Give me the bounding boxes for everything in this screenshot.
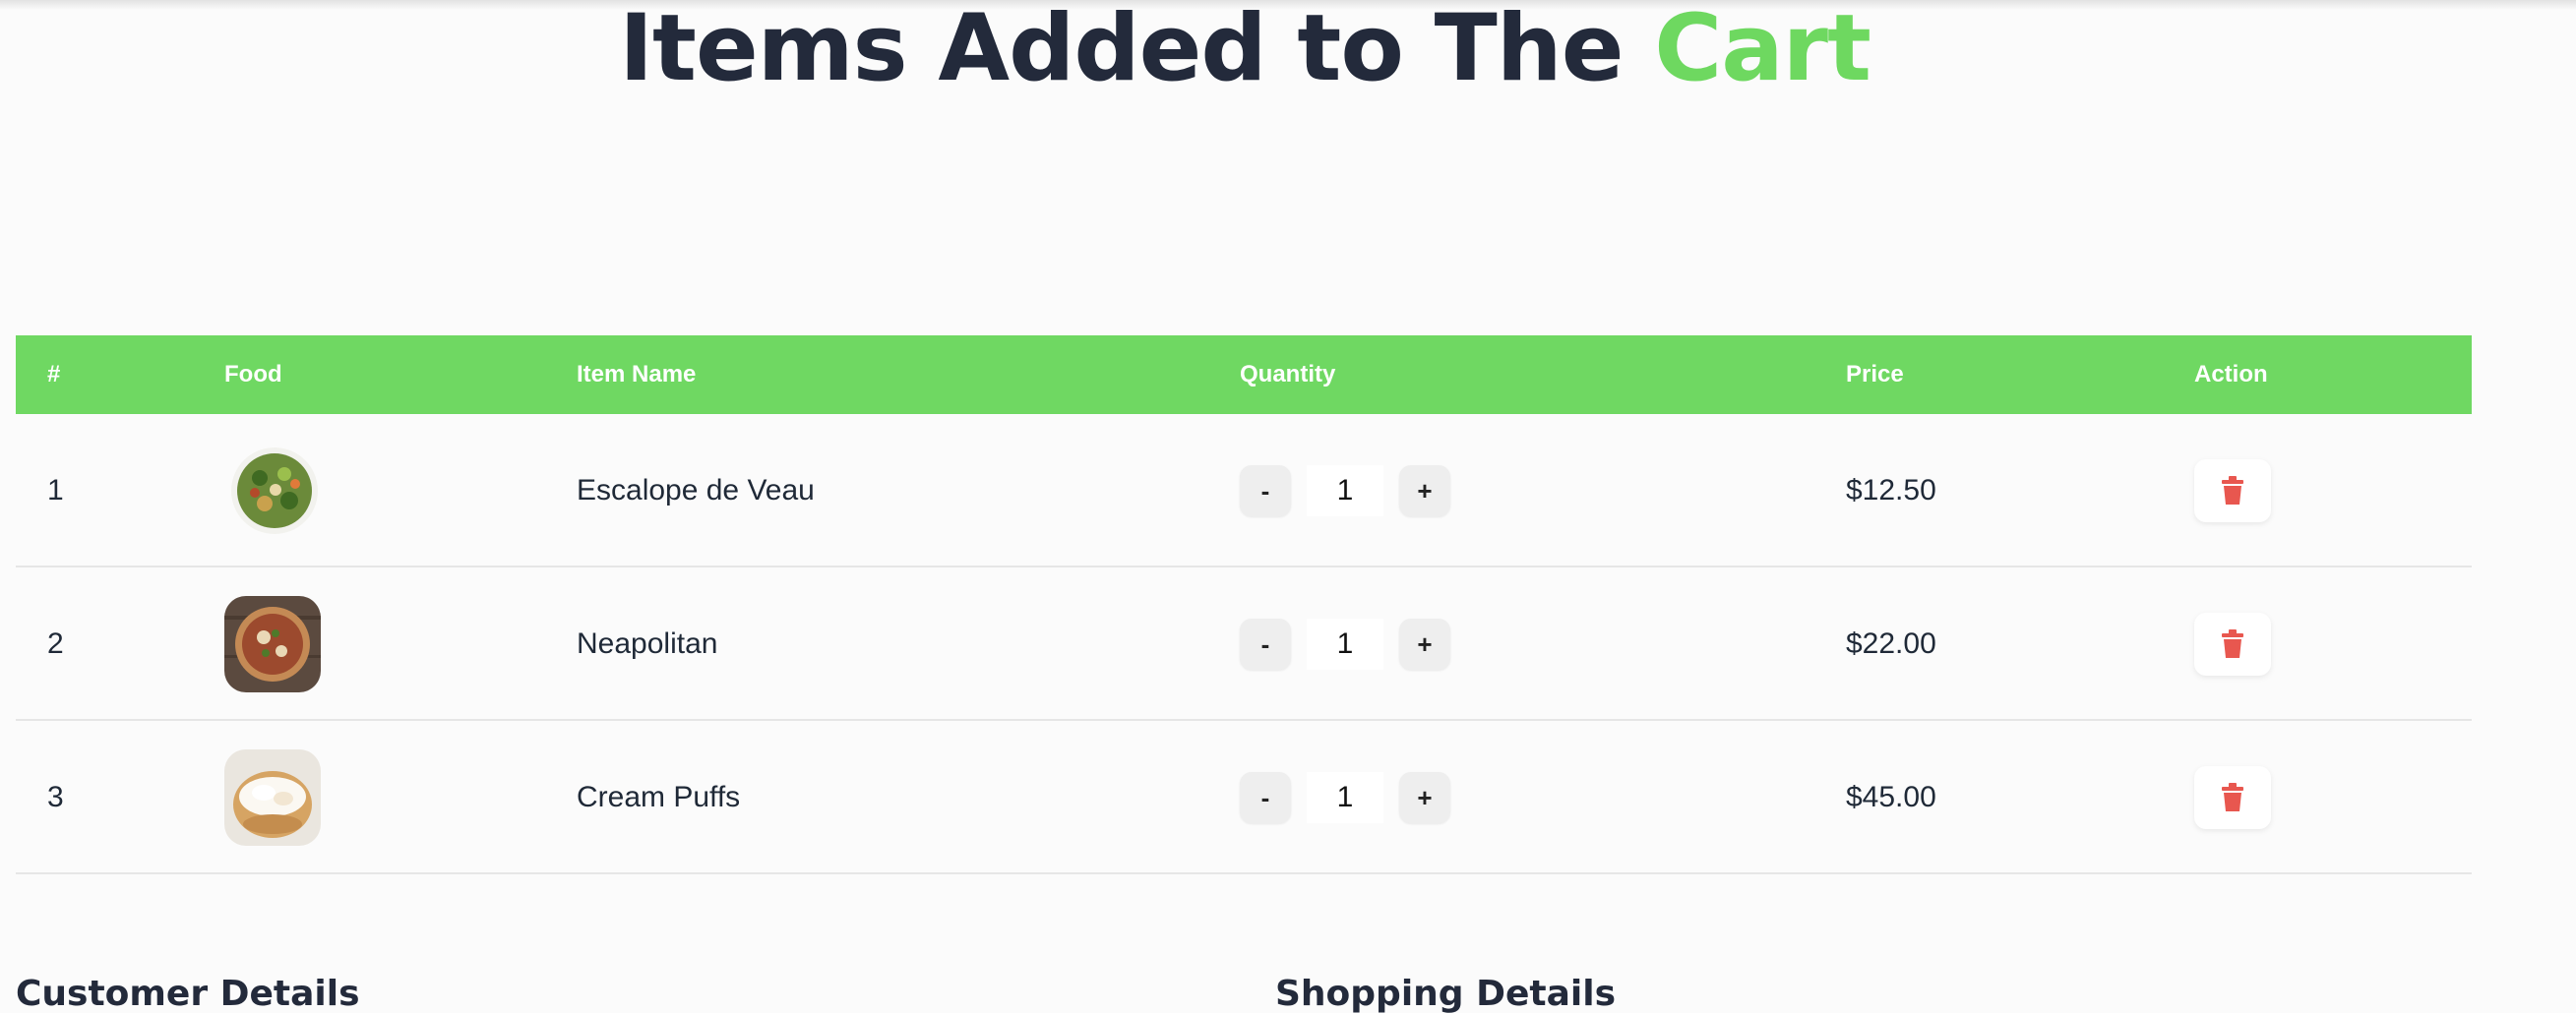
cart-page: Items Added to The Cart # Food Item Name… <box>0 0 2576 1013</box>
quantity-value[interactable]: 1 <box>1307 465 1383 516</box>
item-name: Neapolitan <box>577 627 718 660</box>
cart-table: # Food Item Name Quantity Price Action 1 <box>16 335 2472 874</box>
page-title-main: Items Added to The <box>619 0 1624 102</box>
item-price: $12.50 <box>1846 474 1936 506</box>
item-price: $45.00 <box>1846 781 1936 813</box>
table-row: 1 Escalope de Veau - 1 + $12.50 <box>16 414 2472 567</box>
delete-button[interactable] <box>2194 613 2271 676</box>
quantity-stepper: - 1 + <box>1240 414 1450 567</box>
action-cell <box>2194 721 2271 874</box>
decrement-button[interactable]: - <box>1240 619 1291 670</box>
quantity-value[interactable]: 1 <box>1307 772 1383 823</box>
decrement-button[interactable]: - <box>1240 465 1291 516</box>
quantity-stepper: - 1 + <box>1240 721 1450 874</box>
increment-button[interactable]: + <box>1399 465 1450 516</box>
column-header-item-name: Item Name <box>577 361 697 387</box>
table-header: # Food Item Name Quantity Price Action <box>16 335 2472 414</box>
cream-puff-image <box>224 749 321 846</box>
customer-details-heading: Customer Details <box>16 974 360 1013</box>
salad-image <box>230 447 319 535</box>
delete-button[interactable] <box>2194 459 2271 522</box>
row-number: 3 <box>47 781 64 813</box>
column-header-price: Price <box>1846 361 1904 387</box>
pizza-image <box>224 596 321 692</box>
column-header-quantity: Quantity <box>1240 361 1336 387</box>
column-header-number: # <box>47 361 61 387</box>
food-cell <box>224 721 321 874</box>
page-title: Items Added to The Cart <box>0 0 2489 98</box>
item-name: Cream Puffs <box>577 781 741 813</box>
column-header-food: Food <box>224 361 282 387</box>
shopping-details-heading: Shopping Details <box>1275 974 1617 1013</box>
row-number: 1 <box>47 474 64 506</box>
action-cell <box>2194 414 2271 567</box>
trash-icon <box>2222 783 2243 811</box>
action-cell <box>2194 567 2271 721</box>
food-cell <box>224 414 319 567</box>
table-row: 3 Cream Puffs - 1 + $45.00 <box>16 721 2472 874</box>
delete-button[interactable] <box>2194 766 2271 829</box>
item-name: Escalope de Veau <box>577 474 815 506</box>
row-number: 2 <box>47 627 64 660</box>
item-price: $22.00 <box>1846 627 1936 660</box>
quantity-value[interactable]: 1 <box>1307 619 1383 670</box>
increment-button[interactable]: + <box>1399 772 1450 823</box>
increment-button[interactable]: + <box>1399 619 1450 670</box>
trash-icon <box>2222 629 2243 658</box>
trash-icon <box>2222 476 2243 505</box>
food-cell <box>224 567 321 721</box>
column-header-action: Action <box>2194 361 2268 387</box>
decrement-button[interactable]: - <box>1240 772 1291 823</box>
table-row: 2 Neapolitan - 1 + $22.00 <box>16 567 2472 721</box>
page-title-accent: Cart <box>1654 0 1871 102</box>
quantity-stepper: - 1 + <box>1240 567 1450 721</box>
